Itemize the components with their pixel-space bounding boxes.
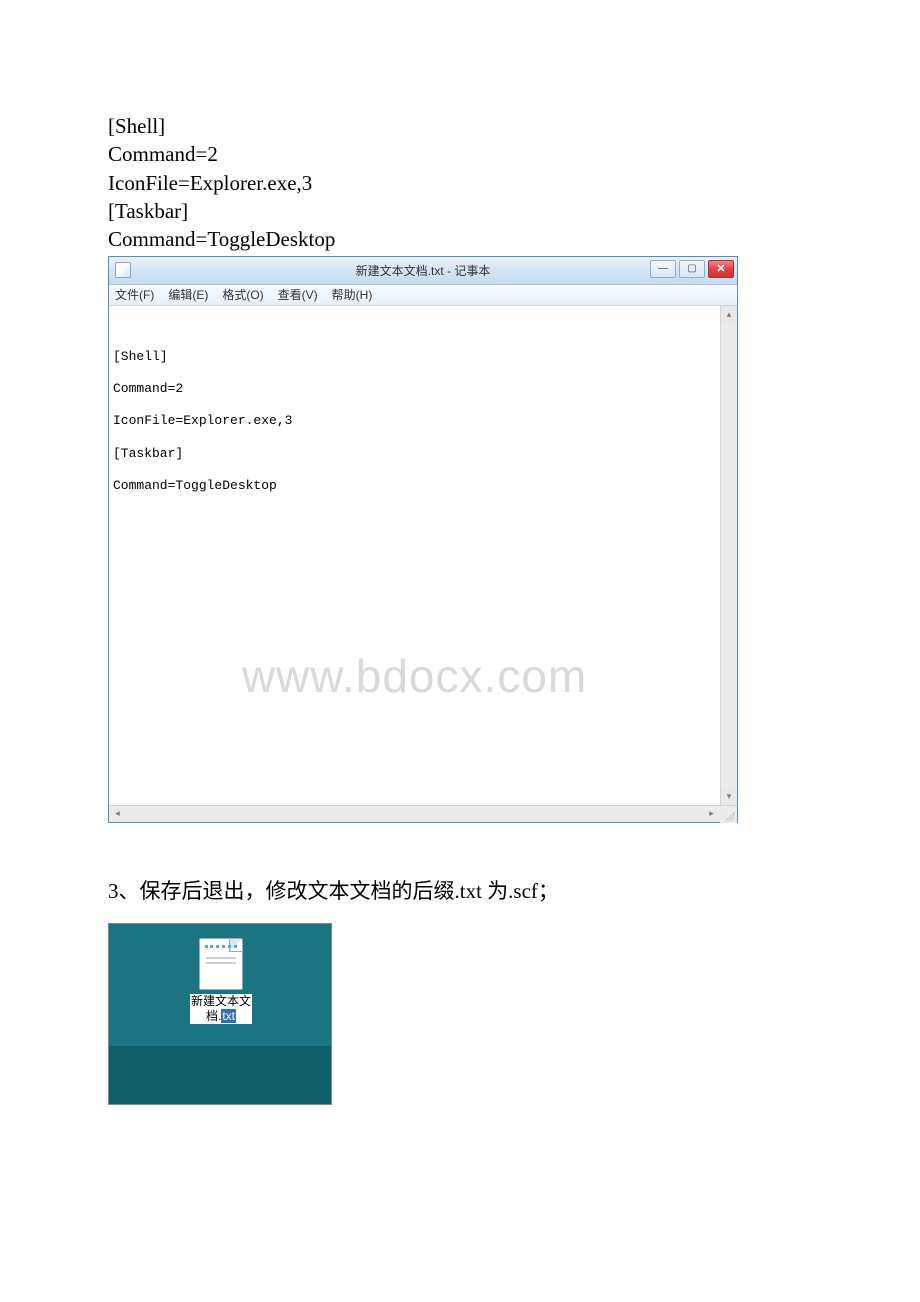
code-line: [Shell] [108, 112, 812, 140]
code-line: [Taskbar] [108, 197, 812, 225]
scroll-right-icon[interactable]: ▸ [703, 806, 720, 822]
close-button[interactable]: ✕ [708, 260, 734, 278]
file-name-part: 档. [206, 1009, 221, 1023]
editor-line: Command=2 [113, 381, 183, 396]
window-title: 新建文本文档.txt - 记事本 [109, 262, 737, 279]
menu-view[interactable]: 查看(V) [278, 286, 318, 303]
desktop-file-item[interactable]: 新建文本文 档.txt [181, 938, 261, 1025]
scroll-down-icon[interactable]: ▾ [721, 788, 737, 805]
scroll-up-icon[interactable]: ▴ [721, 306, 737, 323]
menu-help[interactable]: 帮助(H) [332, 286, 373, 303]
maximize-icon: ▢ [687, 263, 696, 274]
scroll-left-icon[interactable]: ◂ [109, 806, 126, 822]
step-3-text: 3、保存后退出，修改文本文档的后缀.txt 为.scf； [108, 875, 812, 905]
editor-line: [Taskbar] [113, 446, 183, 461]
titlebar[interactable]: 新建文本文档.txt - 记事本 — ▢ ✕ [109, 257, 737, 285]
desktop-bg-lower [109, 1046, 331, 1104]
editor-line: Command=ToggleDesktop [113, 478, 277, 493]
menubar: 文件(F) 编辑(E) 格式(O) 查看(V) 帮助(H) [109, 285, 737, 306]
close-icon: ✕ [716, 262, 725, 275]
horizontal-scrollbar[interactable]: ◂ ▸ [109, 806, 720, 822]
text-area[interactable]: [Shell] Command=2 IconFile=Explorer.exe,… [109, 306, 720, 805]
window-controls: — ▢ ✕ [650, 260, 734, 278]
menu-edit[interactable]: 编辑(E) [168, 286, 208, 303]
text-file-icon [199, 938, 243, 990]
maximize-button[interactable]: ▢ [679, 260, 705, 278]
menu-file[interactable]: 文件(F) [115, 286, 154, 303]
vertical-scrollbar[interactable]: ▴ ▾ [720, 306, 737, 805]
resize-grip[interactable] [720, 806, 737, 823]
editor-line: [Shell] [113, 349, 168, 364]
minimize-icon: — [658, 263, 668, 274]
menu-format[interactable]: 格式(O) [222, 286, 263, 303]
code-line: Command=ToggleDesktop [108, 225, 812, 253]
file-name-label[interactable]: 新建文本文 档.txt [190, 994, 252, 1024]
desktop-screenshot: 新建文本文 档.txt [108, 923, 332, 1105]
code-block: [Shell] Command=2 IconFile=Explorer.exe,… [108, 112, 812, 254]
watermark: www.bdocx.com [109, 619, 720, 733]
file-ext-selected: txt [221, 1009, 236, 1023]
code-line: Command=2 [108, 140, 812, 168]
file-name-part: 新建文本文 [191, 994, 251, 1008]
notepad-window: 新建文本文档.txt - 记事本 — ▢ ✕ 文件(F) 编辑(E) 格式(O)… [108, 256, 738, 823]
code-line: IconFile=Explorer.exe,3 [108, 169, 812, 197]
minimize-button[interactable]: — [650, 260, 676, 278]
editor-line: IconFile=Explorer.exe,3 [113, 413, 292, 428]
